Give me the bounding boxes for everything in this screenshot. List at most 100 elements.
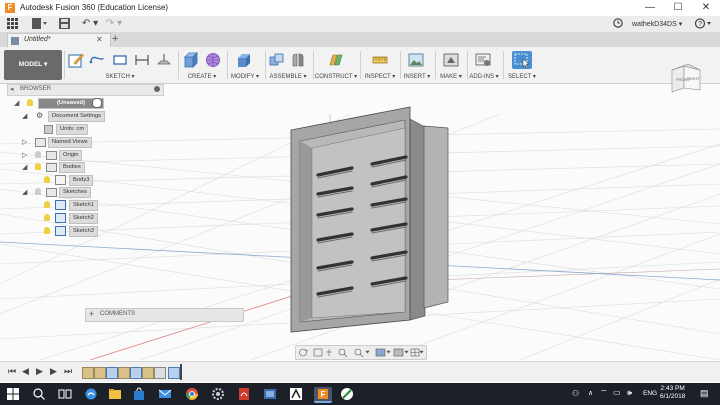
help-icon[interactable]: ? [694,18,714,30]
autocad-icon[interactable] [289,387,303,401]
expand-arrow-icon[interactable]: ▷ [22,138,27,146]
video-app-icon[interactable] [263,387,277,401]
step-forward-icon[interactable]: ▶ [50,366,57,377]
insert-menu[interactable]: INSERT ▾ [402,73,432,80]
taskbar-clock[interactable]: 2:43 PM 6/1/2018 [660,385,685,401]
maximize-button[interactable]: ☐ [668,2,688,14]
create-menu[interactable]: CREATE ▾ [184,73,220,80]
visibility-bulb-icon[interactable] [44,214,50,221]
chrome-icon[interactable] [185,387,199,401]
timeline-sketch-feature[interactable] [82,367,94,379]
tree-item-sketch2[interactable]: Sketch2 [44,213,164,224]
step-back-icon[interactable]: ◀ [22,366,29,377]
volume-icon[interactable]: 🕪 [627,388,632,398]
user-account-menu[interactable]: wathekD34DS ▾ [632,20,682,28]
battery-icon[interactable]: ▭ [613,388,621,397]
new-component-icon[interactable] [269,52,285,68]
play-icon[interactable]: ▶ [36,366,43,377]
start-windows-icon[interactable] [6,387,20,401]
mail-icon[interactable] [158,387,172,401]
edge-browser-icon[interactable] [84,387,98,401]
sphere-create-icon[interactable] [205,52,221,68]
add-comment-icon[interactable]: + [89,309,94,319]
close-tab-icon[interactable]: ✕ [96,35,103,44]
visibility-bulb-icon[interactable] [35,188,41,195]
language-indicator[interactable]: ENG [643,390,657,397]
browser-root-row[interactable]: ◢ (Unsaved) [14,98,164,109]
select-menu[interactable]: SELECT ▾ [506,73,538,80]
rectangle-tool-icon[interactable] [112,52,128,68]
file-menu-icon[interactable] [32,18,48,30]
notification-icon[interactable]: ▤ [700,388,709,399]
tree-item-body3[interactable]: Body3 [44,175,164,186]
save-icon[interactable] [58,18,70,30]
wifi-icon[interactable]: ⌔ [600,388,608,398]
tree-item-origin[interactable]: ▷ Origin [22,150,172,161]
clock-icon[interactable] [612,18,624,30]
go-to-start-icon[interactable]: ⏮ [8,366,16,377]
browser-panel-header[interactable]: ◂ BROWSER [7,84,164,96]
search-icon[interactable] [32,387,46,401]
go-to-end-icon[interactable]: ⏭ [64,366,72,377]
visibility-bulb-icon[interactable] [44,227,50,234]
line-tool-icon[interactable] [89,52,105,68]
store-icon[interactable] [132,387,146,401]
grid-icon[interactable] [6,18,18,30]
activate-radio-icon[interactable] [92,98,102,108]
press-pull-icon[interactable] [236,52,252,68]
fusion-360-taskbar-icon[interactable]: F [314,387,332,403]
measure-icon[interactable] [372,52,388,68]
timeline-move-feature[interactable] [154,367,166,379]
workspace-selector[interactable]: MODEL ▾ [4,50,62,80]
tree-item-document-settings[interactable]: ◢ ⚙ Document Settings [22,111,172,122]
timeline-marker[interactable] [180,364,182,380]
visibility-bulb-icon[interactable] [27,99,33,106]
tree-item-sketch3[interactable]: Sketch3 [44,226,164,237]
expand-arrow-icon[interactable]: ◢ [22,163,27,171]
addins-menu[interactable]: ADD-INS ▾ [468,73,500,80]
file-explorer-icon[interactable] [108,387,122,401]
visibility-bulb-icon[interactable] [44,201,50,208]
sketch-menu[interactable]: SKETCH ▾ [100,73,140,80]
redo-icon[interactable]: ↷ ▾ [104,18,124,30]
timeline-pattern-feature[interactable] [168,367,180,379]
close-button[interactable]: ✕ [696,2,716,14]
offset-plane-icon[interactable] [328,52,344,68]
tree-item-sketch1[interactable]: Sketch1 [44,200,164,211]
timeline-sketch-feature[interactable] [94,367,106,379]
tree-item-bodies[interactable]: ◢ Bodies [22,162,172,173]
expand-arrow-icon[interactable]: ◢ [22,188,27,196]
modify-menu[interactable]: MODIFY ▾ [228,73,262,80]
timeline-extrude-feature[interactable] [106,367,118,379]
inspect-menu[interactable]: INSPECT ▾ [362,73,398,80]
make-menu[interactable]: MAKE ▾ [437,73,465,80]
expand-arrow-icon[interactable]: ▷ [22,151,27,159]
scripts-addins-icon[interactable] [475,52,491,68]
tree-item-named-views[interactable]: ▷ Named Views [22,137,172,148]
tray-chevron-icon[interactable]: ∧ [588,389,593,397]
people-icon[interactable]: ⚇ [572,389,579,398]
visibility-bulb-icon[interactable] [35,151,41,158]
expand-arrow-icon[interactable]: ◢ [14,99,19,107]
task-view-icon[interactable] [58,387,72,401]
insert-image-icon[interactable] [408,52,424,68]
visibility-bulb-icon[interactable] [44,176,50,183]
tree-item-units[interactable]: Units: cm [44,124,144,135]
new-tab-button[interactable]: + [112,33,118,45]
settings-app-icon[interactable] [211,387,225,401]
joint-icon[interactable] [290,52,306,68]
collapse-browser-icon[interactable]: ◂ [10,85,14,93]
browser-pin-icon[interactable] [154,86,160,92]
document-tab[interactable]: Untitled* ✕ [7,33,111,48]
visibility-bulb-icon[interactable] [35,163,41,170]
minimize-button[interactable]: — [640,2,660,14]
timeline-sketch-feature[interactable] [118,367,130,379]
construct-menu[interactable]: CONSTRUCT ▾ [314,73,358,80]
view-cube[interactable]: FRONT RIGHT [668,60,704,94]
comments-panel[interactable]: + COMMENTS [85,308,244,322]
timeline-sketch-feature[interactable] [142,367,154,379]
dimension-tool-icon[interactable] [134,52,150,68]
tree-item-sketches[interactable]: ◢ Sketches [22,187,172,198]
extrude-icon[interactable] [183,52,199,68]
stop-sketch-icon[interactable] [156,52,172,68]
